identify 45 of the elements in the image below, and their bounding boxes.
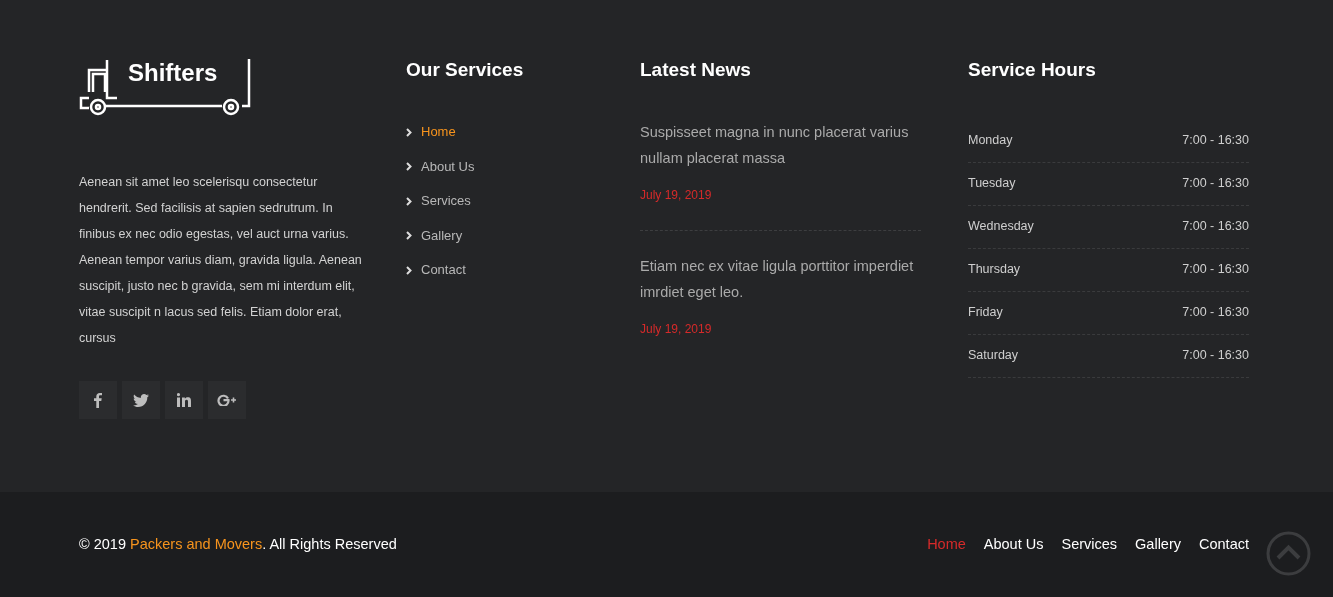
news-date: July 19, 2019 <box>640 320 712 338</box>
about-paragraph: Aenean sit amet leo scelerisqu consectetur hendrerit. Sed facilisis at sapien sedrutrum. In finibus ex nec odio egestas, vel auct urna varius. Aenean tempor varius diam, gravida ligula. Aenean suscipit, justo nec b gravida, sem mi interdum elit, vitae suscipit n lacus sed felis. Etiam dolor erat, cursus <box>79 174 363 347</box>
bird-icon <box>133 393 149 407</box>
day-label: Friday <box>968 304 1003 322</box>
chevron-icon <box>406 127 412 137</box>
linkedin-icon <box>177 393 191 407</box>
bird-button[interactable] <box>122 381 160 419</box>
news-date: July 19, 2019 <box>640 186 712 204</box>
chevron-icon <box>406 231 412 241</box>
footer-link[interactable]: Home <box>421 122 456 142</box>
footer-link[interactable]: Services <box>421 191 471 211</box>
facebook-button[interactable] <box>79 381 117 419</box>
news-headline[interactable]: Suspisseet magna in nunc placerat varius nullam placerat massa <box>640 118 920 171</box>
chevron-icon <box>406 265 412 275</box>
day-label: Saturday <box>968 347 1019 365</box>
day-label: Monday <box>968 132 1013 150</box>
news-headline[interactable]: Etiam nec ex vitae ligula porttitor imperdiet imrdiet eget leo. <box>640 252 920 305</box>
chevron-icon <box>406 162 412 172</box>
section-heading: Latest News <box>640 59 752 82</box>
day-label: Tuesday <box>968 175 1016 193</box>
google-plus-button[interactable] <box>208 381 246 419</box>
day-label: Wednesday <box>968 218 1034 236</box>
hours-text: 7:00 - 16:30 <box>1182 261 1249 279</box>
nav-link-item[interactable]: Services <box>1061 533 1118 556</box>
day-label: Thursday <box>968 261 1021 279</box>
facebook-icon <box>94 392 102 408</box>
google-plus-icon <box>217 394 237 406</box>
truck-icon <box>79 58 253 116</box>
section-heading: Our Services <box>406 59 525 82</box>
brand-name: Shifters <box>128 59 218 88</box>
chevron-icon <box>406 196 412 206</box>
linkedin-button[interactable] <box>165 381 203 419</box>
hours-text: 7:00 - 16:30 <box>1182 132 1249 150</box>
section-heading: Service Hours <box>968 59 1097 82</box>
footer-link[interactable]: Contact <box>421 260 466 280</box>
hours-text: 7:00 - 16:30 <box>1182 218 1249 236</box>
footer-link[interactable]: About Us <box>421 156 475 177</box>
nav-link-item[interactable]: About Us <box>983 533 1044 556</box>
hours-text: 7:00 - 16:30 <box>1182 175 1249 193</box>
nav-link-item[interactable]: Contact <box>1199 533 1249 556</box>
hours-text: 7:00 - 16:30 <box>1182 304 1249 322</box>
footer-link[interactable]: Gallery <box>421 225 463 246</box>
copyright-text: © 2019 Packers and Movers. All Rights Reserved <box>79 534 397 554</box>
hours-text: 7:00 - 16:30 <box>1182 347 1249 365</box>
nav-link-item[interactable]: Gallery <box>1135 533 1181 556</box>
